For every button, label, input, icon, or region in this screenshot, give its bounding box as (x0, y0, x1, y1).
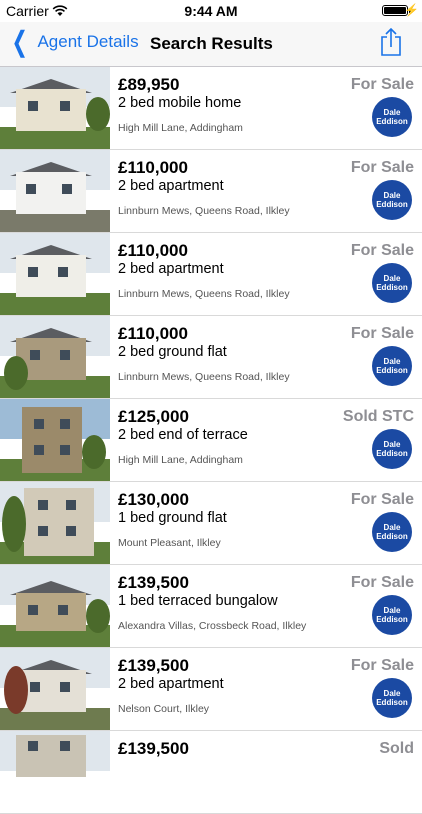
property-photo (0, 565, 110, 647)
listing-description: 2 bed mobile home (118, 95, 242, 111)
listing-row[interactable]: £125,000 2 bed end of terrace High Mill … (0, 399, 422, 482)
clock: 9:44 AM (184, 3, 238, 19)
property-photo (0, 316, 110, 398)
listing-address: Mount Pleasant, Ilkley (118, 537, 221, 549)
listing-price: £139,500 (118, 739, 189, 758)
listing-address: High Mill Lane, Addingham (118, 454, 243, 466)
listing-status: For Sale (350, 574, 414, 591)
listing-address: High Mill Lane, Addingham (118, 122, 243, 134)
listing-status: Sold (379, 740, 414, 757)
results-list: £89,950 2 bed mobile home High Mill Lane… (0, 67, 422, 814)
property-photo (0, 482, 110, 564)
page-title: Search Results (150, 34, 273, 53)
listing-row[interactable]: £89,950 2 bed mobile home High Mill Lane… (0, 67, 422, 150)
listing-row[interactable]: £110,000 2 bed ground flat Linnburn Mews… (0, 316, 422, 399)
back-label: Agent Details (37, 32, 139, 51)
listing-row[interactable]: £110,000 2 bed apartment Linnburn Mews, … (0, 150, 422, 233)
listing-price: £139,500 (118, 656, 189, 675)
listing-status: For Sale (350, 76, 414, 93)
listing-address: Nelson Court, Ilkley (118, 703, 210, 715)
listing-description: 2 bed ground flat (118, 344, 227, 360)
agent-logo: Dale Eddison (372, 97, 412, 137)
agent-logo: Dale Eddison (372, 429, 412, 469)
listing-price: £89,950 (118, 75, 180, 94)
property-photo (0, 648, 110, 730)
share-button[interactable] (380, 27, 402, 56)
property-photo (0, 399, 110, 481)
property-photo (0, 731, 110, 813)
listing-description: 2 bed end of terrace (118, 427, 248, 443)
listing-status: For Sale (350, 491, 414, 508)
listing-price: £139,500 (118, 573, 189, 592)
listing-price: £110,000 (118, 241, 188, 260)
listing-description: 1 bed terraced bungalow (118, 593, 278, 609)
listing-address: Linnburn Mews, Queens Road, Ilkley (118, 205, 290, 217)
agent-logo: Dale Eddison (372, 346, 412, 386)
listing-status: For Sale (350, 325, 414, 342)
listing-status: For Sale (350, 242, 414, 259)
listing-description: 2 bed apartment (118, 261, 224, 277)
listing-row[interactable]: £139,500 Sold (0, 731, 422, 814)
status-bar: Carrier 9:44 AM ⚡ (0, 0, 422, 22)
listing-row[interactable]: £110,000 2 bed apartment Linnburn Mews, … (0, 233, 422, 316)
agent-logo: Dale Eddison (372, 180, 412, 220)
listing-price: £125,000 (118, 407, 189, 426)
agent-logo: Dale Eddison (372, 263, 412, 303)
property-photo (0, 150, 110, 232)
navigation-bar: ❮ Agent Details Search Results (0, 22, 422, 67)
agent-logo: Dale Eddison (372, 512, 412, 552)
listing-row[interactable]: £139,500 2 bed apartment Nelson Court, I… (0, 648, 422, 731)
property-photo (0, 233, 110, 315)
listing-row[interactable]: £139,500 1 bed terraced bungalow Alexand… (0, 565, 422, 648)
listing-description: 1 bed ground flat (118, 510, 227, 526)
listing-description: 2 bed apartment (118, 178, 224, 194)
charging-icon: ⚡ (404, 3, 419, 17)
listing-status: Sold STC (342, 408, 414, 425)
listing-status: For Sale (350, 159, 414, 176)
listing-price: £110,000 (118, 324, 188, 343)
listing-price: £110,000 (118, 158, 188, 177)
agent-logo: Dale Eddison (372, 678, 412, 718)
back-button[interactable]: ❮ Agent Details (8, 26, 139, 57)
property-photo (0, 67, 110, 149)
listing-address: Linnburn Mews, Queens Road, Ilkley (118, 371, 290, 383)
listing-description: 2 bed apartment (118, 676, 224, 692)
share-icon (381, 27, 401, 56)
chevron-left-icon: ❮ (11, 26, 28, 57)
listing-row[interactable]: £130,000 1 bed ground flat Mount Pleasan… (0, 482, 422, 565)
listing-address: Alexandra Villas, Crossbeck Road, Ilkley (118, 620, 307, 632)
listing-address: Linnburn Mews, Queens Road, Ilkley (118, 288, 290, 300)
agent-logo: Dale Eddison (372, 595, 412, 635)
listing-price: £130,000 (118, 490, 189, 509)
listing-status: For Sale (350, 657, 414, 674)
